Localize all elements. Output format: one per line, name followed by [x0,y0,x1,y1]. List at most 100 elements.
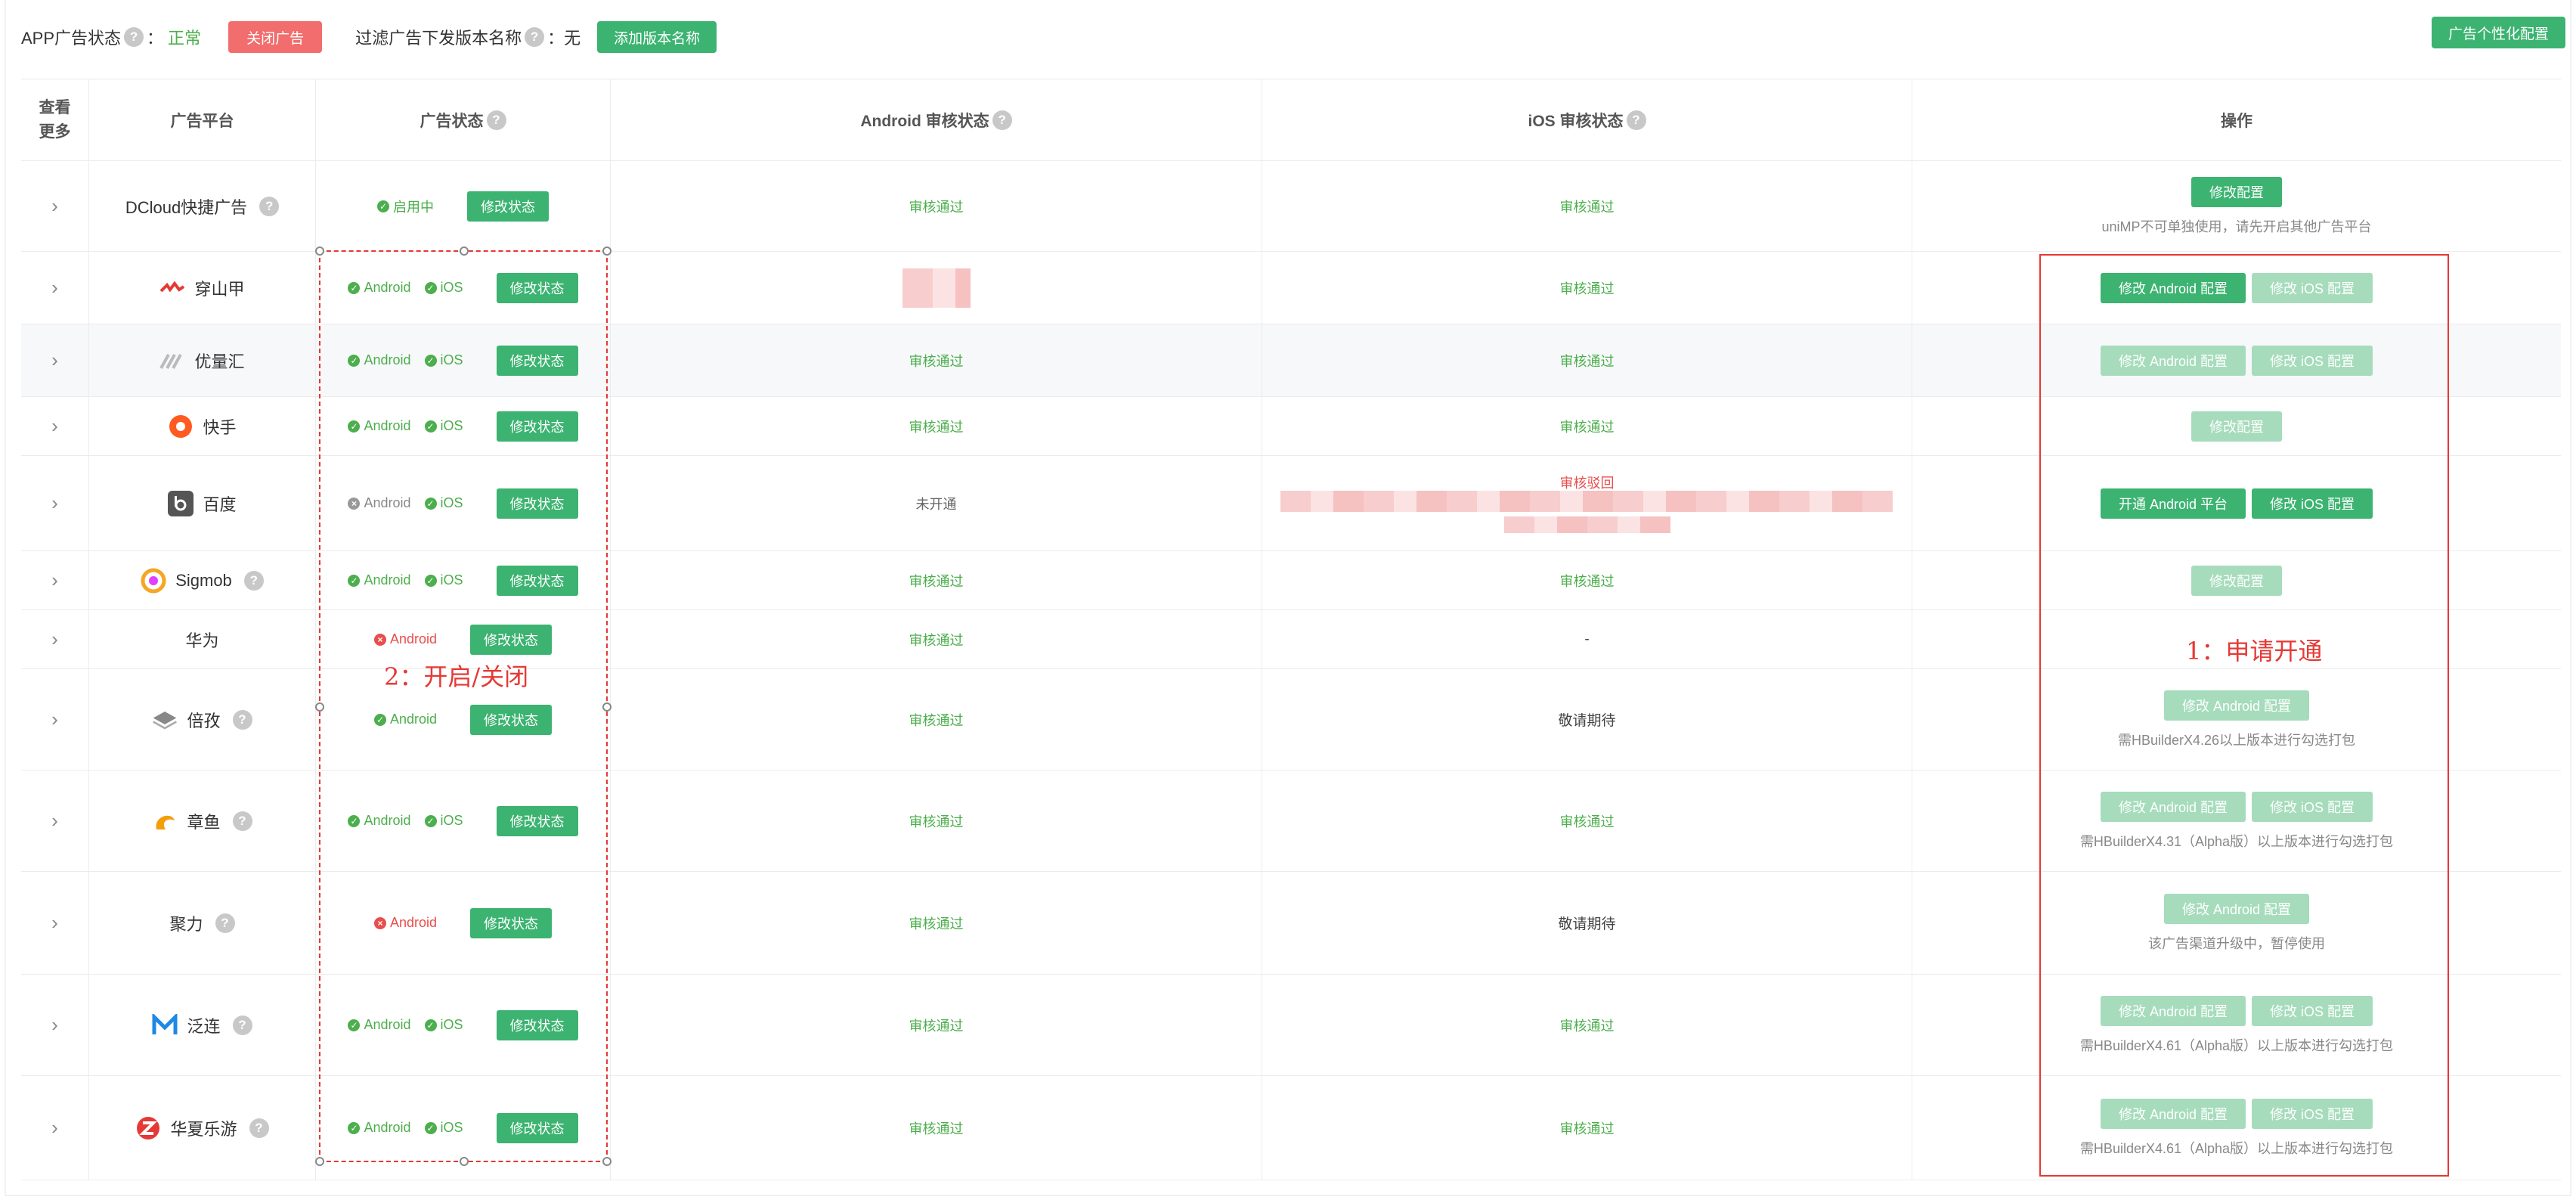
ios-review-status: 审核通过 [1559,573,1615,589]
app-status-label: APP广告状态 [21,29,122,48]
edit-status-button[interactable]: 修改状态 [496,565,578,596]
edit-ios-config-button[interactable]: 修改 iOS 配置 [2252,791,2373,822]
status-label: Android [364,352,411,367]
edit-android-config-button[interactable]: 修改 Android 配置 [2163,690,2310,721]
help-icon[interactable]: ? [124,27,144,47]
edit-ios-config-button[interactable]: 修改 iOS 配置 [2252,995,2373,1026]
help-icon[interactable]: ? [215,913,235,933]
status-enabled: ✓ 启用中 [377,197,434,216]
expand-toggle[interactable]: › [21,1076,89,1180]
platform-label: 华夏乐游 [170,1119,237,1139]
personalize-config-button[interactable]: 广告个性化配置 [2431,17,2565,48]
edit-android-config-button[interactable]: 修改 Android 配置 [2100,995,2246,1026]
edit-android-config-button[interactable]: 修改 Android 配置 [2100,345,2246,376]
platform-name: Sigmob? [141,568,264,594]
header-ad-status-label: 广告状态 [420,112,484,130]
ios-review-status: 审核通过 [1559,814,1615,829]
help-icon[interactable]: ? [259,196,280,216]
edit-status-button[interactable]: 修改状态 [470,704,553,735]
app-status-value: 正常 [168,29,202,48]
colon: ： [547,29,565,48]
edit-status-button[interactable]: 修改状态 [496,805,578,836]
status-label: iOS [440,1017,463,1032]
help-icon[interactable]: ? [525,27,545,47]
check-icon: ✓ [424,574,437,587]
ios-review-cell: 审核驳回 [1262,456,1912,550]
help-icon[interactable]: ? [1626,110,1646,130]
platform-name: 泛连? [152,1012,252,1038]
status-label: iOS [440,495,463,510]
platform-label: 快手 [203,417,237,437]
platform-label: DCloud快捷广告 [125,197,248,217]
expand-toggle[interactable]: › [21,551,89,609]
status-android: × Android [373,631,437,647]
redacted-block [903,268,971,308]
edit-status-button[interactable]: 修改状态 [496,345,578,376]
edit-status-button[interactable]: 修改状态 [467,191,549,222]
table-row: › 章鱼? ✓ Android ✓ iOS 修改状态 审核通过 审核通过 修改 An… [21,771,2561,872]
expand-toggle[interactable]: › [21,397,89,455]
add-version-button[interactable]: 添加版本名称 [597,21,717,53]
status-label: iOS [440,813,463,828]
help-icon[interactable]: ? [232,1015,252,1035]
platform-name: 章鱼? [152,808,252,834]
check-icon: ✓ [348,1019,361,1031]
edit-ios-config-button[interactable]: 修改 iOS 配置 [2252,272,2373,303]
header-android-review-label: Android 审核状态 [860,112,989,130]
action-note: 需HBuilderX4.26以上版本进行勾选打包 [2117,732,2356,748]
status-label: iOS [440,352,463,367]
status-ios: ✓ iOS [424,572,463,588]
close-ads-button[interactable]: 关闭广告 [228,21,323,53]
expand-toggle[interactable]: › [21,771,89,871]
edit-ios-config-button[interactable]: 修改 iOS 配置 [2252,345,2373,376]
edit-status-button[interactable]: 修改状态 [496,488,578,519]
edit-android-config-button[interactable]: 修改 Android 配置 [2163,893,2310,924]
expand-toggle[interactable]: › [21,872,89,974]
expand-toggle[interactable]: › [21,324,89,396]
help-icon[interactable]: ? [232,811,252,831]
help-icon[interactable]: ? [249,1118,269,1138]
expand-toggle[interactable]: › [21,669,89,770]
edit-android-config-button[interactable]: 修改 Android 配置 [2100,791,2246,822]
expand-toggle[interactable]: › [21,252,89,324]
chevron-right-icon: › [51,569,58,591]
edit-ios-config-button[interactable]: 修改 iOS 配置 [2252,1098,2373,1129]
check-icon: ✓ [348,420,361,433]
help-icon[interactable]: ? [992,110,1012,130]
edit-android-config-button[interactable]: 修改 Android 配置 [2100,1098,2246,1129]
expand-toggle[interactable]: › [21,975,89,1075]
header-android-review: Android 审核状态? [611,79,1262,160]
disabled-icon: × [348,497,361,510]
expand-toggle[interactable]: › [21,610,89,668]
edit-status-button[interactable]: 修改状态 [496,1009,578,1040]
edit-ios-config-button[interactable]: 修改 iOS 配置 [2252,488,2373,519]
platform-label: Sigmob [175,570,232,590]
help-icon[interactable]: ? [232,709,252,730]
edit-status-button[interactable]: 修改状态 [496,1112,578,1143]
expand-toggle[interactable]: › [21,161,89,251]
edit-config-button[interactable]: 修改配置 [2191,411,2282,442]
help-icon[interactable]: ? [243,570,264,591]
platform-name: 穿山甲 [159,275,245,301]
edit-config-button[interactable]: 修改配置 [2191,176,2282,207]
edit-status-button[interactable]: 修改状态 [470,624,553,655]
status-label: iOS [440,280,463,295]
error-icon: × [373,633,386,646]
chevron-right-icon: › [51,194,58,217]
chevron-right-icon: › [51,491,58,514]
ios-review-status: - [1584,631,1590,647]
expand-toggle[interactable]: › [21,456,89,550]
ios-review-status: 审核通过 [1559,1121,1615,1136]
ios-review-status: 敬请期待 [1558,916,1616,932]
ios-review-status: 审核驳回 [1559,476,1615,491]
help-icon[interactable]: ? [486,110,506,130]
edit-status-button[interactable]: 修改状态 [496,411,578,442]
edit-status-button[interactable]: 修改状态 [470,907,553,938]
edit-status-button[interactable]: 修改状态 [496,272,578,303]
status-android: ✓ Android [348,280,411,296]
status-android: ✓ Android [348,418,411,434]
edit-android-config-button[interactable]: 修改 Android 配置 [2100,272,2246,303]
table-row: › 快手 ✓ Android ✓ iOS 修改状态 审核通过 审核通过 修改配置 [21,397,2561,456]
enable-android-button[interactable]: 开通 Android 平台 [2100,488,2246,519]
edit-config-button[interactable]: 修改配置 [2191,565,2282,596]
